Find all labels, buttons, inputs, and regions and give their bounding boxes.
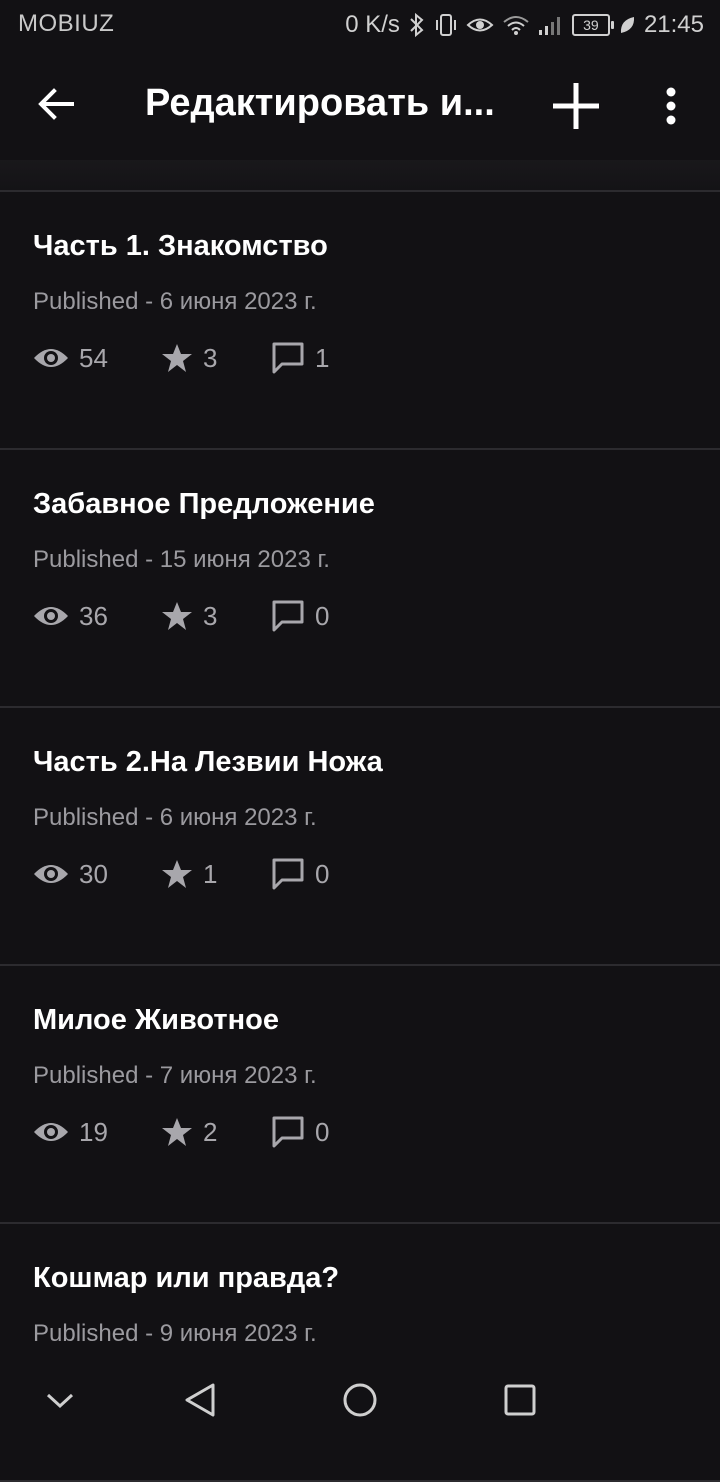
comment-icon (272, 342, 304, 374)
views-stat: 54 (33, 343, 161, 374)
votes-count: 1 (203, 858, 218, 889)
comments-count: 0 (315, 1116, 330, 1147)
part-title: Часть 1. Знакомство (33, 230, 328, 262)
part-list-item[interactable]: Часть 2.На Лезвии Ножа Published - 6 июн… (0, 708, 720, 966)
part-stats: 54 3 1 (33, 338, 329, 378)
part-status: Published - 6 июня 2023 г. (33, 288, 317, 315)
parts-list: Часть 1. Знакомство Published - 6 июня 2… (0, 190, 720, 1482)
hide-nav-button[interactable] (36, 1376, 84, 1424)
app-bar: Редактировать и... (0, 52, 720, 160)
part-list-item[interactable]: Милое Животное Published - 7 июня 2023 г… (0, 966, 720, 1224)
status-icons: 0 K/s 39 21:45 (345, 8, 704, 42)
chevron-down-icon (46, 1393, 74, 1409)
votes-count: 3 (203, 342, 218, 373)
views-stat: 36 (33, 601, 161, 632)
votes-stat: 3 (161, 601, 271, 632)
signal-icon (538, 14, 564, 36)
part-list-item[interactable]: Часть 1. Знакомство Published - 6 июня 2… (0, 192, 720, 450)
comments-stat: 1 (271, 341, 329, 375)
nav-home-button[interactable] (336, 1376, 384, 1424)
back-arrow-icon (38, 88, 74, 120)
comments-count: 1 (315, 342, 330, 373)
part-list-item[interactable]: Забавное Предложение Published - 15 июня… (0, 450, 720, 708)
part-title: Часть 2.На Лезвии Ножа (33, 746, 383, 778)
star-icon (162, 602, 192, 630)
comment-icon (272, 600, 304, 632)
nav-back-button[interactable] (176, 1376, 224, 1424)
star-icon (162, 1118, 192, 1146)
part-stats: 19 2 0 (33, 1112, 329, 1152)
app-bar-shadow (0, 160, 720, 190)
home-circle-icon (343, 1383, 377, 1417)
comments-stat: 0 (271, 1115, 329, 1149)
votes-stat: 3 (161, 343, 271, 374)
add-part-button[interactable] (548, 78, 604, 134)
votes-count: 3 (203, 600, 218, 631)
part-stats: 36 3 0 (33, 596, 329, 636)
votes-stat: 1 (161, 859, 271, 890)
vibrate-icon (434, 12, 458, 38)
bluetooth-icon (408, 12, 426, 38)
votes-stat: 2 (161, 1117, 271, 1148)
views-stat: 30 (33, 859, 161, 890)
leaf-icon (618, 14, 636, 36)
part-status: Published - 6 июня 2023 г. (33, 804, 317, 831)
system-navigation-bar (0, 1360, 720, 1440)
part-status: Published - 7 июня 2023 г. (33, 1062, 317, 1089)
network-speed: 0 K/s (345, 11, 400, 38)
star-icon (162, 860, 192, 888)
comments-stat: 0 (271, 857, 329, 891)
status-bar: MOBIUZ 0 K/s 39 21:45 (0, 0, 720, 52)
eye-icon (34, 607, 68, 625)
views-count: 36 (79, 600, 108, 631)
part-title: Милое Животное (33, 1004, 279, 1036)
back-button[interactable] (30, 78, 82, 130)
votes-count: 2 (203, 1116, 218, 1147)
more-options-button[interactable] (648, 78, 694, 134)
page-title: Редактировать и... (145, 82, 495, 124)
part-title: Забавное Предложение (33, 488, 375, 520)
more-vertical-icon (666, 87, 676, 125)
star-icon (162, 344, 192, 372)
views-count: 54 (79, 342, 108, 373)
views-stat: 19 (33, 1117, 161, 1148)
comment-icon (272, 1116, 304, 1148)
carrier-name: MOBIUZ (18, 10, 115, 37)
eye-comfort-icon (466, 14, 494, 36)
part-status: Published - 9 июня 2023 г. (33, 1320, 317, 1347)
part-status: Published - 15 июня 2023 г. (33, 546, 330, 573)
clock: 21:45 (643, 11, 704, 38)
eye-icon (34, 349, 68, 367)
part-stats: 30 1 0 (33, 854, 329, 894)
recents-square-icon (504, 1384, 536, 1416)
part-list-item[interactable]: Кошмар или правда? Published - 9 июня 20… (0, 1224, 720, 1482)
comments-count: 0 (315, 858, 330, 889)
part-title: Кошмар или правда? (33, 1262, 340, 1294)
back-triangle-icon (185, 1383, 215, 1417)
battery-icon: 39 (571, 14, 614, 36)
comment-icon (272, 858, 304, 890)
views-count: 30 (79, 858, 108, 889)
eye-icon (34, 865, 68, 883)
wifi-icon (502, 14, 530, 36)
eye-icon (34, 1123, 68, 1141)
comments-stat: 0 (271, 599, 329, 633)
views-count: 19 (79, 1116, 108, 1147)
plus-icon (553, 83, 599, 129)
comments-count: 0 (315, 600, 330, 631)
nav-recents-button[interactable] (496, 1376, 544, 1424)
